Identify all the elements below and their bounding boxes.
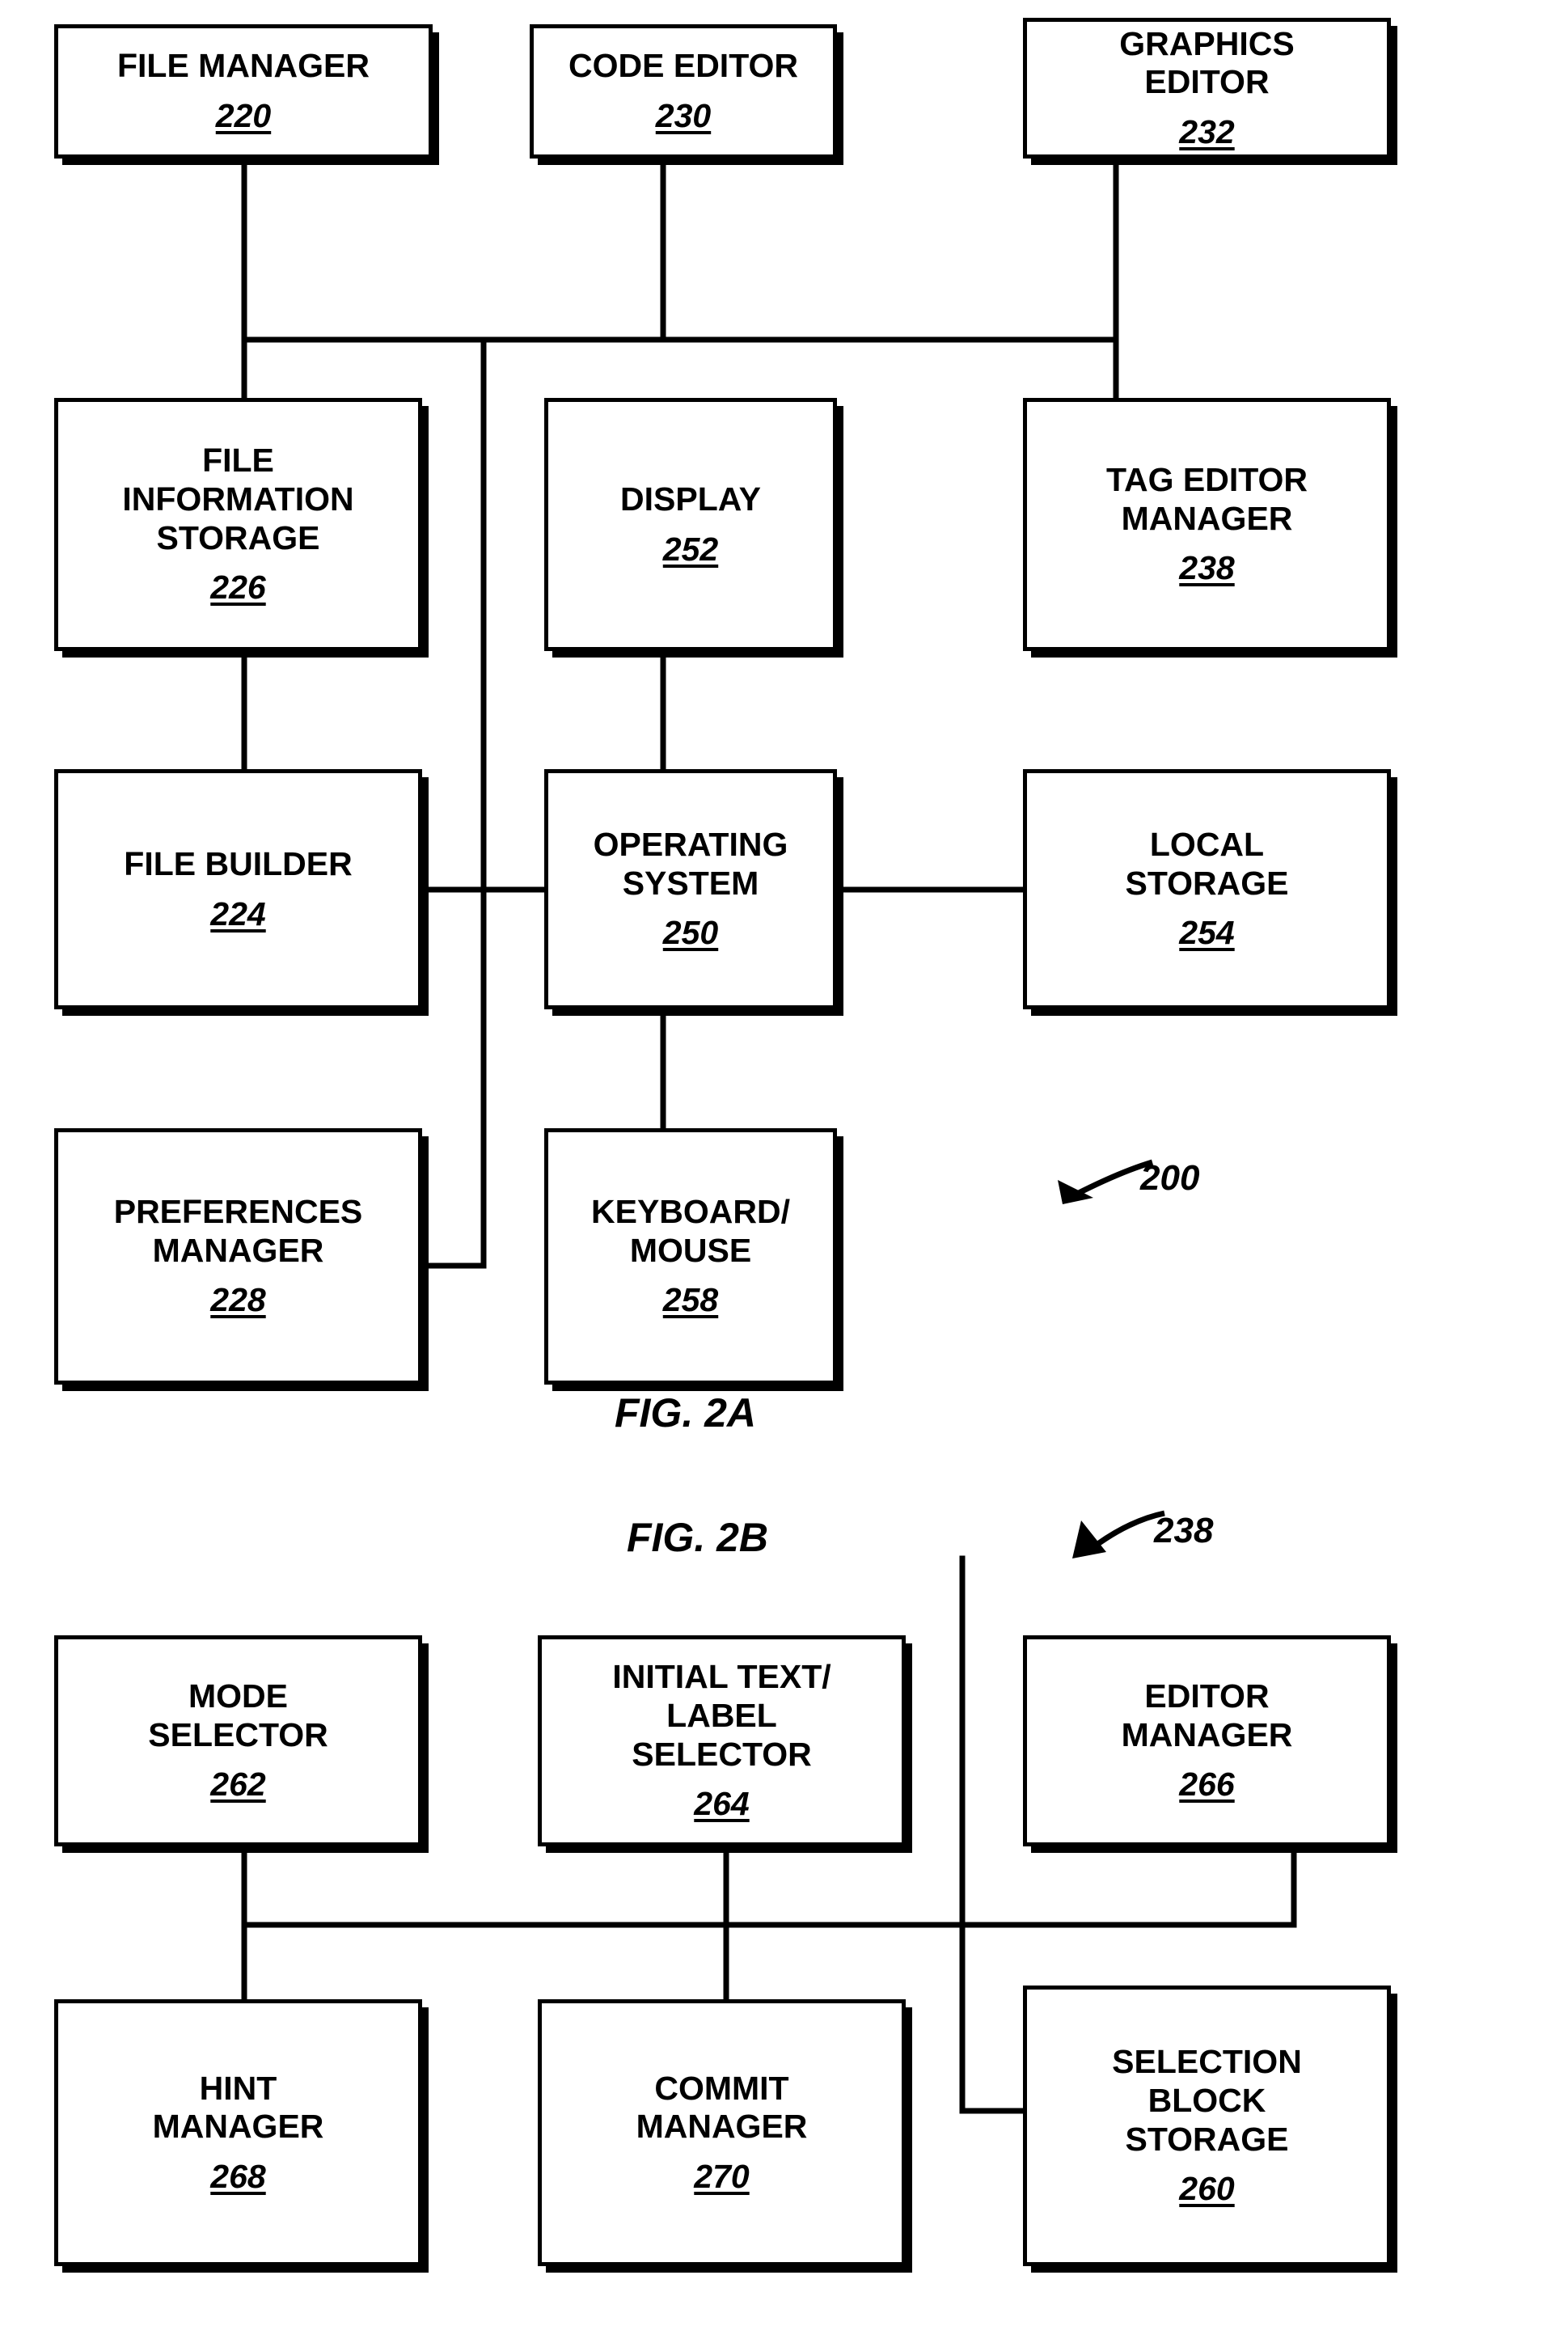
figure-caption-2a: FIG. 2A <box>615 1390 757 1436</box>
block-number: 270 <box>694 2157 750 2195</box>
reference-numeral-238: 238 <box>1154 1511 1214 1550</box>
block-title: FILE INFORMATION STORAGE <box>122 442 354 556</box>
block-title: FILE MANAGER <box>116 47 370 85</box>
block-title: FILE BUILDER <box>124 844 353 882</box>
block-preferences-manager[interactable]: PREFERENCES MANAGER 228 <box>54 1128 422 1385</box>
block-tag-editor-manager[interactable]: TAG EDITOR MANAGER 238 <box>1023 398 1391 651</box>
block-keyboard-mouse[interactable]: KEYBOARD/MOUSE 258 <box>544 1128 837 1385</box>
block-editor-manager[interactable]: EDITOR MANAGER 266 <box>1023 1635 1391 1846</box>
block-number: 228 <box>210 1281 266 1319</box>
block-display[interactable]: DISPLAY 252 <box>544 398 837 651</box>
block-title: HINT MANAGER <box>152 2069 324 2146</box>
block-file-builder[interactable]: FILE BUILDER 224 <box>54 769 422 1009</box>
block-graphics-editor[interactable]: GRAPHICS EDITOR 232 <box>1023 18 1391 159</box>
patent-figure-sheet: FILE MANAGER 220 CODE EDITOR 230 GRAPHIC… <box>0 0 1568 2326</box>
block-title: DISPLAY <box>620 480 761 518</box>
block-number: 230 <box>655 97 712 134</box>
reference-arrowhead-200 <box>1058 1180 1093 1204</box>
block-title: GRAPHICS EDITOR <box>1119 24 1295 101</box>
block-title: PREFERENCES MANAGER <box>113 1193 363 1269</box>
block-title: KEYBOARD/MOUSE <box>590 1193 791 1269</box>
block-file-manager[interactable]: FILE MANAGER 220 <box>54 24 433 159</box>
block-mode-selector[interactable]: MODE SELECTOR 262 <box>54 1635 422 1846</box>
block-title: EDITOR MANAGER <box>1121 1677 1293 1753</box>
reference-numeral-200: 200 <box>1140 1158 1200 1198</box>
block-number: 266 <box>1179 1766 1235 1804</box>
block-number: 238 <box>1179 549 1235 587</box>
block-title: MODE SELECTOR <box>148 1677 328 1753</box>
block-number: 226 <box>210 569 266 607</box>
block-title: INITIAL TEXT/LABEL SELECTOR <box>612 1658 831 1773</box>
block-title: COMMIT MANAGER <box>636 2069 808 2146</box>
block-number: 268 <box>210 2157 266 2195</box>
block-title: TAG EDITOR MANAGER <box>1105 461 1308 537</box>
block-local-storage[interactable]: LOCAL STORAGE 254 <box>1023 769 1391 1009</box>
figure-caption-2b: FIG. 2B <box>627 1515 769 1560</box>
block-number: 264 <box>694 1785 750 1823</box>
block-number: 224 <box>210 894 266 933</box>
block-hint-manager[interactable]: HINT MANAGER 268 <box>54 1999 422 2266</box>
block-number: 260 <box>1179 2170 1235 2208</box>
block-number: 258 <box>662 1281 719 1319</box>
block-file-information-storage[interactable]: FILE INFORMATION STORAGE 226 <box>54 398 422 651</box>
block-number: 254 <box>1179 914 1235 952</box>
block-selection-block-storage[interactable]: SELECTION BLOCK STORAGE 260 <box>1023 1986 1391 2266</box>
block-number: 252 <box>662 530 719 568</box>
block-operating-system[interactable]: OPERATING SYSTEM 250 <box>544 769 837 1009</box>
block-number: 250 <box>662 914 719 952</box>
block-title: CODE EDITOR <box>568 47 798 85</box>
block-title: LOCAL STORAGE <box>1125 826 1289 902</box>
block-title: OPERATING SYSTEM <box>593 826 788 902</box>
block-title: SELECTION BLOCK STORAGE <box>1112 2043 1302 2158</box>
block-initial-text-label-selector[interactable]: INITIAL TEXT/LABEL SELECTOR 264 <box>538 1635 906 1846</box>
block-commit-manager[interactable]: COMMIT MANAGER 270 <box>538 1999 906 2266</box>
block-number: 262 <box>210 1766 266 1804</box>
block-number: 220 <box>215 97 272 134</box>
block-number: 232 <box>1179 112 1235 150</box>
block-code-editor[interactable]: CODE EDITOR 230 <box>530 24 837 159</box>
